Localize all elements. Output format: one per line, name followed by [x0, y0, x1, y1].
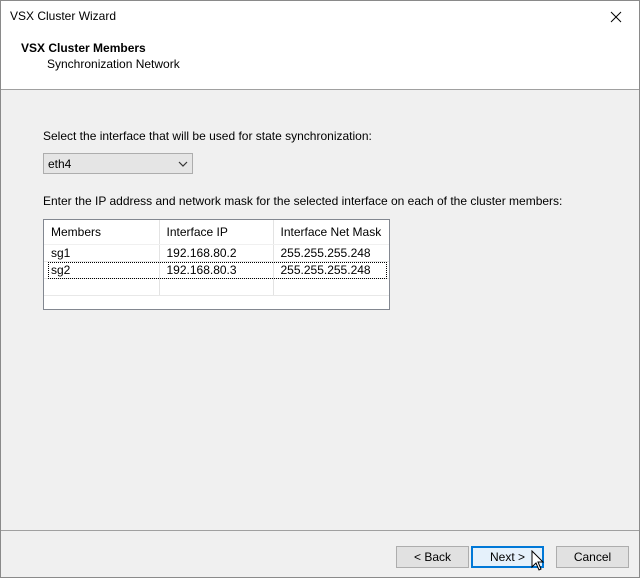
wizard-header: VSX Cluster Members Synchronization Netw…: [1, 32, 639, 90]
table-row[interactable]: sg2 192.168.80.3 255.255.255.248: [44, 261, 389, 279]
title-bar: VSX Cluster Wizard: [1, 1, 639, 32]
net-mask-cell[interactable]: 255.255.255.248: [273, 261, 389, 279]
wizard-window: VSX Cluster Wizard VSX Cluster Members S…: [0, 0, 640, 578]
mouse-pointer-icon: [531, 550, 545, 571]
member-name-cell[interactable]: sg1: [44, 244, 160, 262]
members-grid[interactable]: Members Interface IP Interface Net Mask …: [43, 219, 390, 310]
empty-row: [44, 278, 389, 296]
members-ip-label: Enter the IP address and network mask fo…: [43, 194, 563, 208]
chevron-down-icon: [174, 154, 192, 173]
footer-divider: [1, 530, 639, 531]
empty-cell: [273, 278, 389, 296]
page-subtitle: Synchronization Network: [47, 57, 180, 71]
empty-cell: [159, 278, 274, 296]
window-title: VSX Cluster Wizard: [10, 9, 117, 23]
sync-interface-value: eth4: [48, 156, 72, 171]
close-icon: [610, 11, 622, 22]
column-header-members[interactable]: Members: [44, 220, 160, 245]
table-row[interactable]: sg1 192.168.80.2 255.255.255.248: [44, 244, 389, 262]
cancel-button[interactable]: Cancel: [556, 546, 629, 568]
grid-header-row: Members Interface IP Interface Net Mask: [44, 220, 389, 245]
sync-interface-label: Select the interface that will be used f…: [43, 129, 372, 143]
close-button[interactable]: [593, 1, 639, 32]
back-button[interactable]: < Back: [396, 546, 469, 568]
interface-ip-cell[interactable]: 192.168.80.3: [159, 261, 274, 279]
column-header-net-mask[interactable]: Interface Net Mask: [273, 220, 389, 245]
interface-ip-cell[interactable]: 192.168.80.2: [159, 244, 274, 262]
net-mask-cell[interactable]: 255.255.255.248: [273, 244, 389, 262]
member-name-cell[interactable]: sg2: [44, 261, 160, 279]
empty-cell: [44, 278, 160, 296]
page-title: VSX Cluster Members: [21, 41, 146, 55]
column-header-interface-ip[interactable]: Interface IP: [159, 220, 274, 245]
sync-interface-dropdown[interactable]: eth4: [43, 153, 193, 174]
